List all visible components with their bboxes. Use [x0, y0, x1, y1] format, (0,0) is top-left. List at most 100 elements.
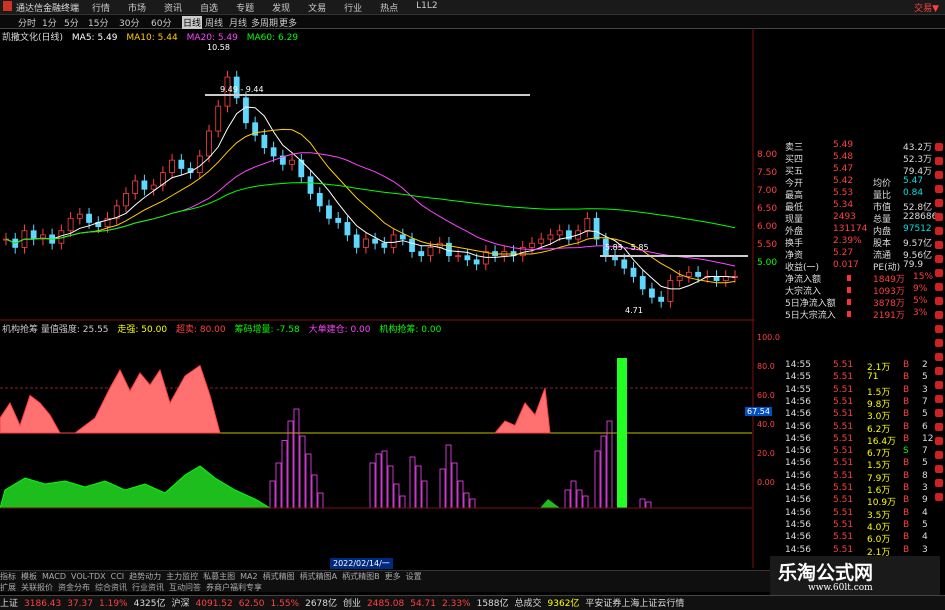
indicator-tab[interactable]: 更多: [385, 572, 401, 581]
tool-icon[interactable]: [935, 297, 943, 305]
quote-row: 净资 5.27 流通 9.56亿: [755, 248, 932, 261]
tick-row: 14:56 5.51 6.2万 B 6: [755, 422, 930, 435]
menu-item[interactable]: 专题: [236, 1, 254, 14]
extension-tab[interactable]: 关联报价: [21, 583, 53, 592]
indicator-tab[interactable]: 主力监控: [166, 572, 198, 581]
tool-icon[interactable]: [935, 395, 943, 403]
tick-side: S: [903, 446, 909, 457]
menu-item[interactable]: 行业: [344, 1, 362, 14]
tick-side: B: [903, 507, 910, 518]
candle-body: [639, 276, 646, 290]
tool-icon[interactable]: [935, 213, 943, 221]
extension-tab[interactable]: 行业资讯: [132, 583, 164, 592]
tool-icon[interactable]: [935, 283, 943, 291]
indicator-tab[interactable]: 指标: [0, 572, 16, 581]
indicator-tabs: 指标 模板 MACD VOL-TDX CCI 趋势动力 主力监控 私募主图 MA2 柄式精图 柄式精…: [0, 570, 770, 582]
quote-value: 79.9: [903, 260, 924, 270]
tool-icon[interactable]: [935, 493, 943, 501]
extension-tab[interactable]: 券商户福利专享: [206, 583, 262, 592]
quote-value: 5.42: [833, 176, 854, 186]
candle-body: [529, 242, 535, 248]
extension-tab[interactable]: 互动问答: [169, 583, 201, 592]
tool-icon[interactable]: [935, 465, 943, 473]
ma60-label: MA60: 6.29: [246, 33, 299, 43]
indicator-tab[interactable]: 柄式精图: [263, 572, 295, 581]
candle-body: [695, 271, 701, 277]
tool-icon[interactable]: [935, 171, 943, 179]
quote-value: 5.53: [833, 188, 854, 198]
indicator-tab[interactable]: MACD: [42, 572, 66, 581]
indicator-tab[interactable]: 私募主图: [203, 572, 235, 581]
quote-row: 买五 5.47 79.4万: [755, 164, 932, 177]
index-name: 创业: [343, 599, 362, 609]
tool-icon[interactable]: [935, 269, 943, 277]
extension-tab[interactable]: 综合资讯: [95, 583, 127, 592]
menu-item[interactable]: 文易: [308, 1, 326, 14]
tool-icon[interactable]: [935, 367, 943, 375]
quote-row: 最低 5.34 市值 52.8亿: [755, 200, 932, 213]
trade-button[interactable]: 交易▼: [914, 1, 939, 14]
tick-time: 14:56: [785, 421, 811, 432]
indicator-tab[interactable]: 模板: [21, 572, 37, 581]
ma20-label: MA20: 5.49: [186, 33, 238, 43]
extension-tabs: 扩展 关联报价 资金分布 综合资讯 行业资讯 互动问答 券商户福利专享: [0, 582, 770, 592]
indicator-tab[interactable]: 设置: [406, 572, 422, 581]
tool-icon[interactable]: [935, 227, 943, 235]
tool-icon[interactable]: [935, 381, 943, 389]
indicator-tab[interactable]: CCI: [111, 572, 125, 581]
tool-icon[interactable]: [935, 479, 943, 487]
indicator-tab[interactable]: VOL-TDX: [71, 572, 106, 581]
tick-side: B: [903, 433, 910, 444]
menu-item[interactable]: 资讯: [164, 1, 182, 14]
tool-icon[interactable]: [935, 451, 943, 459]
tool-icon[interactable]: [935, 199, 943, 207]
tool-icon[interactable]: [935, 353, 943, 361]
tick-volume: 9.8万: [867, 399, 891, 410]
indicator-tab[interactable]: 柄式精图B: [342, 572, 380, 581]
tool-icon[interactable]: [935, 325, 943, 333]
menu-item[interactable]: 行情: [92, 1, 110, 14]
candle-body: [362, 238, 369, 248]
candle-body: [150, 184, 157, 190]
tick-price: 5.51: [833, 433, 854, 444]
index-pct: 1.19%: [99, 599, 128, 609]
tool-icon[interactable]: [935, 185, 943, 193]
candle-body: [206, 130, 212, 157]
indicator-tab[interactable]: 柄式精图A: [300, 572, 337, 581]
tick-price: 5.51: [833, 458, 854, 469]
quote-row: 收益(一) 0.017 PE(动) 79.9: [755, 260, 930, 273]
menu-item[interactable]: L1L2: [416, 1, 437, 14]
tool-icon[interactable]: [935, 241, 943, 249]
tool-icon[interactable]: [935, 339, 943, 347]
indicator-tab[interactable]: MA2: [240, 572, 257, 581]
menu-item[interactable]: 自选: [200, 1, 218, 14]
quote-row: 大宗流入 1093万 9%: [755, 284, 930, 297]
candle-body: [86, 213, 92, 223]
indicator-tab[interactable]: 趋势动力: [129, 572, 161, 581]
flow-bar: [847, 299, 851, 305]
tool-icon[interactable]: [935, 157, 943, 165]
menu-item[interactable]: 市场: [128, 1, 146, 14]
tool-icon[interactable]: [935, 409, 943, 417]
tool-icon[interactable]: [935, 255, 943, 263]
tool-icon[interactable]: [935, 423, 943, 431]
menu-item[interactable]: 发现: [272, 1, 290, 14]
red-area: [493, 387, 551, 434]
kline-chart[interactable]: [0, 28, 755, 568]
extension-tab[interactable]: 扩展: [0, 583, 16, 592]
quote-row: 买四 5.48 52.3万: [755, 152, 932, 165]
candle-body: [67, 217, 74, 232]
tool-icon[interactable]: [935, 311, 943, 319]
tick-time: 14:56: [785, 433, 811, 444]
extension-tab[interactable]: 资金分布: [58, 583, 90, 592]
tool-icon[interactable]: [935, 143, 943, 151]
index-change: 62.50: [238, 599, 265, 609]
tick-time: 14:56: [785, 495, 811, 506]
indicator-label: 机构抢筹 量值强度: 25.55: [2, 325, 109, 335]
candle-body: [344, 222, 351, 236]
tool-icon[interactable]: [935, 437, 943, 445]
candle-body: [132, 180, 139, 194]
menu-item[interactable]: 热点: [380, 1, 398, 14]
tick-count: 3: [922, 544, 928, 555]
tick-volume: 4.0万: [867, 522, 891, 533]
